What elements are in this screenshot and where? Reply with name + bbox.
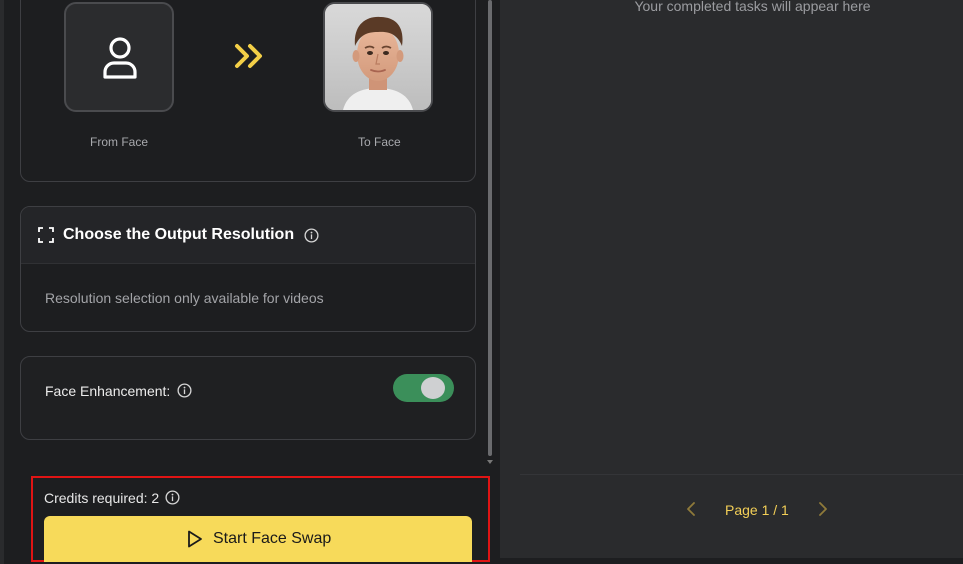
face-enhancement-toggle[interactable] bbox=[393, 374, 454, 402]
start-face-swap-label: Start Face Swap bbox=[213, 530, 332, 547]
to-face-image[interactable] bbox=[323, 2, 433, 112]
face-selection-card: From Face To Face bbox=[20, 0, 476, 182]
user-icon bbox=[103, 37, 137, 79]
resolution-header: Choose the Output Resolution bbox=[21, 207, 475, 264]
output-resolution-card: Choose the Output Resolution Resolution … bbox=[20, 206, 476, 332]
scrollbar[interactable] bbox=[486, 0, 494, 468]
page-indicator: Page 1 / 1 bbox=[725, 502, 789, 518]
settings-panel: From Face To Face Choose the Output Reso… bbox=[0, 0, 500, 564]
resolution-title: Choose the Output Resolution bbox=[63, 226, 295, 243]
pagination-divider bbox=[520, 474, 963, 475]
expand-icon bbox=[38, 227, 54, 243]
to-face-label: To Face bbox=[358, 135, 401, 149]
chevron-right-icon[interactable] bbox=[818, 502, 828, 516]
from-face-label: From Face bbox=[90, 135, 149, 149]
chevron-left-icon[interactable] bbox=[686, 502, 696, 516]
face-enhancement-label: Face Enhancement: bbox=[45, 383, 171, 399]
results-panel: Your completed tasks will appear here Pa… bbox=[520, 0, 963, 558]
double-chevron-right-icon bbox=[235, 44, 262, 68]
bottom-strip bbox=[500, 558, 963, 564]
play-icon bbox=[188, 530, 202, 548]
toggle-knob bbox=[421, 377, 445, 399]
resolution-description: Resolution selection only available for … bbox=[45, 290, 324, 306]
credits-required: Credits required: 2 bbox=[44, 490, 160, 506]
scroll-down-arrow-icon[interactable] bbox=[487, 460, 493, 464]
info-icon[interactable] bbox=[304, 228, 319, 243]
face-portrait bbox=[325, 4, 431, 110]
info-icon[interactable] bbox=[177, 383, 192, 398]
face-enhancement-card: Face Enhancement: bbox=[20, 356, 476, 440]
from-face-upload[interactable] bbox=[64, 2, 174, 112]
info-icon[interactable] bbox=[165, 490, 180, 505]
start-face-swap-button[interactable]: Start Face Swap bbox=[44, 516, 472, 562]
panel-edge bbox=[0, 0, 4, 564]
scrollbar-thumb[interactable] bbox=[488, 0, 492, 456]
empty-results-message: Your completed tasks will appear here bbox=[634, 0, 871, 14]
